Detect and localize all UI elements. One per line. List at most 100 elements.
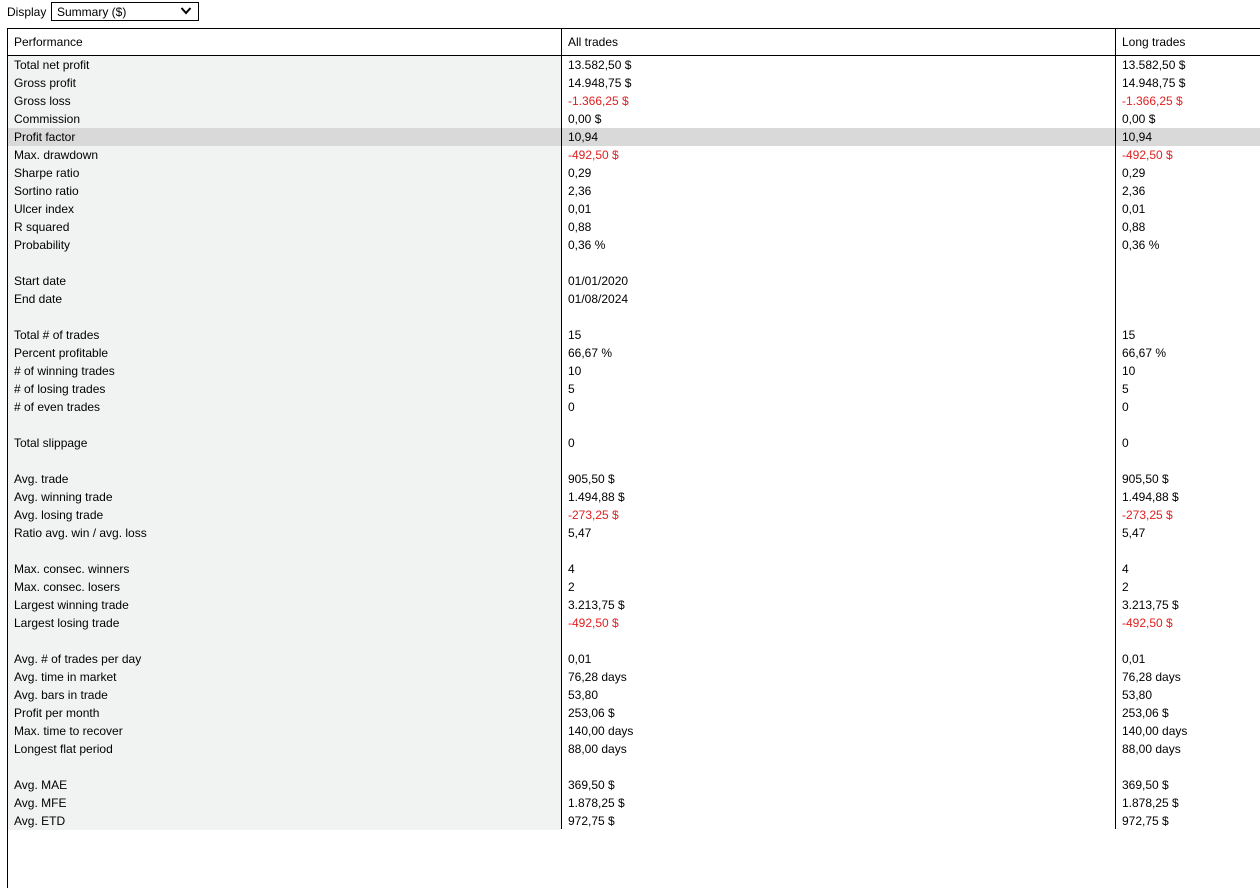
table-row[interactable]: Ratio avg. win / avg. loss 5,47 5,47 [8, 524, 1260, 542]
table-row[interactable]: Start date 01/01/2020 [8, 272, 1260, 290]
table-row[interactable]: Avg. trade 905,50 $ 905,50 $ [8, 470, 1260, 488]
all-trades-value: 905,50 $ [568, 472, 615, 486]
metric-label: # of winning trades [8, 362, 562, 380]
long-trades-value: 13.582,50 $ [1122, 58, 1186, 72]
table-row[interactable]: Avg. MFE 1.878,25 $ 1.878,25 $ [8, 794, 1260, 812]
all-trades-value: 0 [568, 436, 575, 450]
metric-label: Max. drawdown [8, 146, 562, 164]
long-trades-value [1116, 632, 1260, 650]
all-trades-value: 53,80 [568, 688, 599, 702]
spacer-row [8, 758, 1260, 776]
table-row[interactable]: Total net profit 13.582,50 $ 13.582,50 $ [8, 56, 1260, 74]
all-trades-value: 2 [568, 580, 575, 594]
table-row[interactable]: Max. drawdown -492,50 $ -492,50 $ [8, 146, 1260, 164]
table-row[interactable]: Sortino ratio 2,36 2,36 [8, 182, 1260, 200]
table-row[interactable]: # of even trades 0 0 [8, 398, 1260, 416]
display-select[interactable]: Summary ($) [51, 2, 199, 21]
all-trades-value: 0,36 % [568, 238, 606, 252]
all-trades-value: 972,75 $ [568, 814, 615, 828]
metric-label: Ratio avg. win / avg. loss [8, 524, 562, 542]
metric-label: Largest winning trade [8, 596, 562, 614]
metric-label: Probability [8, 236, 562, 254]
metric-label: Profit per month [8, 704, 562, 722]
table-row[interactable]: Avg. winning trade 1.494,88 $ 1.494,88 $ [8, 488, 1260, 506]
long-trades-value: 1.494,88 $ [1122, 490, 1179, 504]
long-trades-value [1116, 254, 1260, 272]
long-trades-value [1116, 272, 1260, 290]
table-row[interactable]: Max. consec. winners 4 4 [8, 560, 1260, 578]
metric-label: Percent profitable [8, 344, 562, 362]
table-row[interactable]: Total slippage 0 0 [8, 434, 1260, 452]
long-trades-value: 4 [1122, 562, 1129, 576]
all-trades-value: 2,36 [568, 184, 592, 198]
all-trades-value [562, 542, 1116, 560]
table-row[interactable]: Profit factor 10,94 10,94 [8, 128, 1260, 146]
column-header-performance[interactable]: Performance [14, 29, 83, 55]
table-row[interactable]: End date 01/08/2024 [8, 290, 1260, 308]
all-trades-value: 1.878,25 $ [568, 796, 625, 810]
column-divider [1115, 29, 1116, 829]
table-row[interactable]: # of winning trades 10 10 [8, 362, 1260, 380]
metric-label: Start date [8, 272, 562, 290]
table-row[interactable]: Commission 0,00 $ 0,00 $ [8, 110, 1260, 128]
table-row[interactable]: Sharpe ratio 0,29 0,29 [8, 164, 1260, 182]
performance-grid: Performance All trades Long trades Total… [7, 28, 1260, 888]
metric-label: R squared [8, 218, 562, 236]
table-row[interactable]: Gross loss -1.366,25 $ -1.366,25 $ [8, 92, 1260, 110]
all-trades-value: 10,94 [562, 128, 1116, 146]
chevron-down-icon [180, 7, 192, 15]
all-trades-value: 66,67 % [568, 346, 613, 360]
column-divider [561, 29, 562, 829]
table-row[interactable]: Profit per month 253,06 $ 253,06 $ [8, 704, 1260, 722]
all-trades-value: 01/01/2020 [568, 274, 629, 288]
all-trades-value: 4 [568, 562, 575, 576]
all-trades-value: 369,50 $ [568, 778, 615, 792]
all-trades-value: 14.948,75 $ [568, 76, 632, 90]
all-trades-value: -1.366,25 $ [568, 94, 629, 108]
metric-label [8, 254, 562, 272]
table-row[interactable]: # of losing trades 5 5 [8, 380, 1260, 398]
metric-label [8, 542, 562, 560]
metric-label: Commission [8, 110, 562, 128]
table-row[interactable]: Avg. # of trades per day 0,01 0,01 [8, 650, 1260, 668]
table-row[interactable]: Largest losing trade -492,50 $ -492,50 $ [8, 614, 1260, 632]
long-trades-value: 0,36 % [1122, 238, 1160, 252]
table-row[interactable]: Max. time to recover 140,00 days 140,00 da… [8, 722, 1260, 740]
table-row[interactable]: Longest flat period 88,00 days 88,00 days [8, 740, 1260, 758]
metric-label: Avg. MFE [8, 794, 562, 812]
all-trades-value: 1.494,88 $ [568, 490, 625, 504]
table-row[interactable]: Probability 0,36 % 0,36 % [8, 236, 1260, 254]
table-row[interactable]: Avg. bars in trade 53,80 53,80 [8, 686, 1260, 704]
table-row[interactable]: Max. consec. losers 2 2 [8, 578, 1260, 596]
column-header-long-trades[interactable]: Long trades [1122, 29, 1185, 55]
long-trades-value: 5,47 [1122, 526, 1146, 540]
table-row[interactable]: Ulcer index 0,01 0,01 [8, 200, 1260, 218]
table-row[interactable]: Avg. losing trade -273,25 $ -273,25 $ [8, 506, 1260, 524]
all-trades-value: 13.582,50 $ [568, 58, 632, 72]
long-trades-value: 76,28 days [1122, 670, 1181, 684]
metric-label: Sharpe ratio [8, 164, 562, 182]
metric-label: Avg. ETD [8, 812, 562, 830]
table-row[interactable]: Percent profitable 66,67 % 66,67 % [8, 344, 1260, 362]
column-header-all-trades[interactable]: All trades [568, 29, 618, 55]
table-row[interactable]: R squared 0,88 0,88 [8, 218, 1260, 236]
all-trades-value: -273,25 $ [568, 508, 619, 522]
long-trades-value: 0 [1122, 400, 1129, 414]
metric-label: # of even trades [8, 398, 562, 416]
metric-label [8, 416, 562, 434]
metric-label: Avg. time in market [8, 668, 562, 686]
display-select-value: Summary ($) [57, 5, 127, 19]
table-row[interactable]: Avg. time in market 76,28 days 76,28 days [8, 668, 1260, 686]
table-row[interactable]: Gross profit 14.948,75 $ 14.948,75 $ [8, 74, 1260, 92]
all-trades-value: 0,00 $ [568, 112, 602, 126]
table-row[interactable]: Avg. MAE 369,50 $ 369,50 $ [8, 776, 1260, 794]
metric-label: Max. consec. winners [8, 560, 562, 578]
metric-label: Longest flat period [8, 740, 562, 758]
all-trades-value: 5,47 [568, 526, 592, 540]
table-row[interactable]: Avg. ETD 972,75 $ 972,75 $ [8, 812, 1260, 830]
spacer-row [8, 416, 1260, 434]
long-trades-value: 15 [1122, 328, 1136, 342]
table-row[interactable]: Total # of trades 15 15 [8, 326, 1260, 344]
table-row[interactable]: Largest winning trade 3.213,75 $ 3.213,75 … [8, 596, 1260, 614]
metric-label: Gross profit [8, 74, 562, 92]
